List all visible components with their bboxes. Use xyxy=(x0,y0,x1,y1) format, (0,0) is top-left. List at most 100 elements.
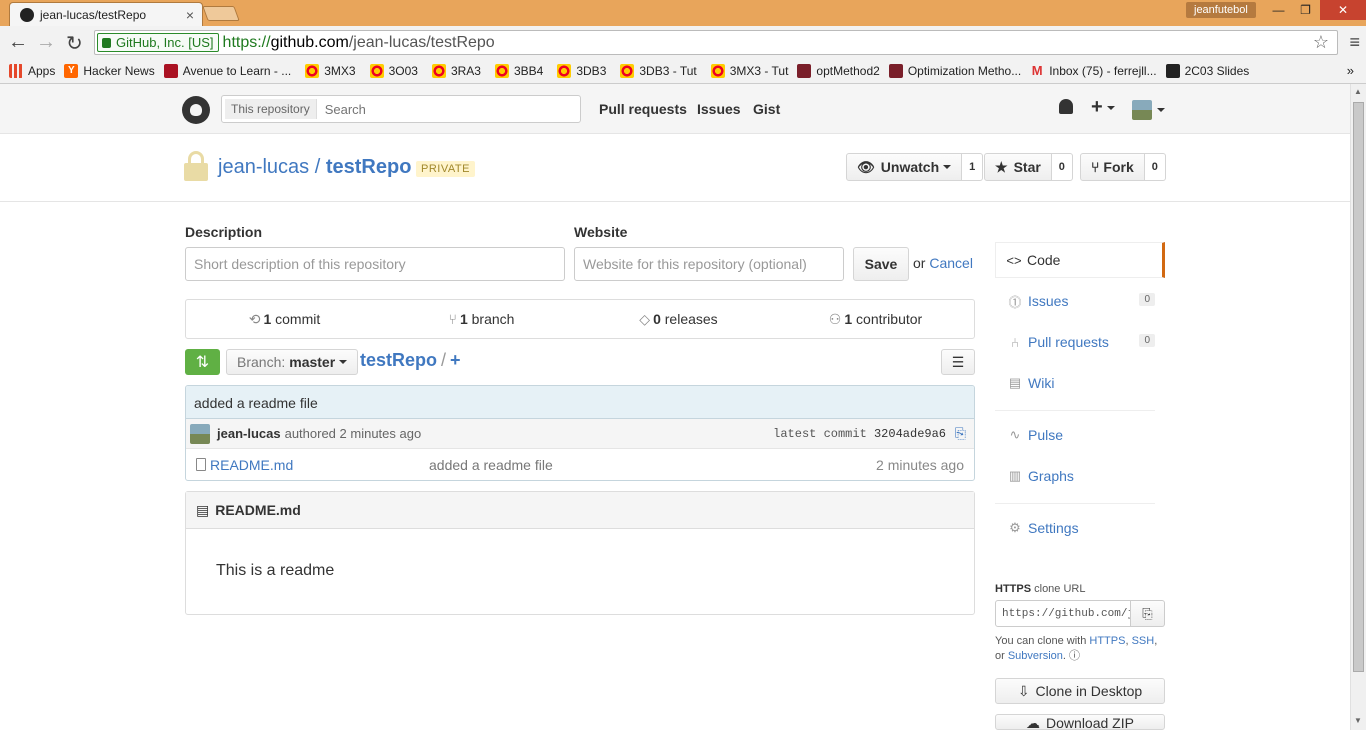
nav-pull-requests[interactable]: Pull requests xyxy=(599,101,687,117)
bookmark-item[interactable]: Apps xyxy=(9,63,55,78)
stat-releases[interactable]: ◇ 0 releases xyxy=(580,311,777,328)
save-button[interactable]: Save xyxy=(853,247,909,281)
bookmark-label: 3O03 xyxy=(388,63,418,78)
profile-user-label[interactable]: jeanfutebol xyxy=(1186,2,1256,18)
website-label: Website xyxy=(574,224,628,240)
repo-sidebar: <> Code ⓵ Issues 0 ⑃ Pull requests 0 ▤ Wiki ∿ P… xyxy=(995,242,1165,546)
github-logo-icon[interactable] xyxy=(182,96,210,124)
compare-button[interactable]: ⇅ xyxy=(185,349,220,375)
stat-contributors[interactable]: ⚇ 1 contributor xyxy=(777,311,974,328)
bookmarks-overflow-icon[interactable]: » xyxy=(1347,63,1354,78)
bookmark-item[interactable]: 3MX3 xyxy=(305,63,356,78)
unwatch-button[interactable]: 👁 Unwatch xyxy=(846,153,963,181)
bookmark-item[interactable]: 2C03 Slides xyxy=(1165,63,1249,78)
bookmark-item[interactable]: 3RA3 xyxy=(431,63,481,78)
watch-group: 👁 Unwatch 1 xyxy=(846,153,984,181)
cancel-link[interactable]: Cancel xyxy=(929,255,973,271)
author-avatar[interactable] xyxy=(190,423,210,444)
repo-owner-link[interactable]: jean-lucas xyxy=(218,156,309,178)
sidebar-item-wiki[interactable]: ▤ Wiki xyxy=(995,365,1165,401)
notifications-bell-icon[interactable] xyxy=(1059,99,1073,114)
nav-issues[interactable]: Issues xyxy=(697,101,741,117)
cloud-download-icon: ☁ xyxy=(1026,715,1041,730)
bookmark-star-icon[interactable]: ☆ xyxy=(1313,32,1329,53)
clone-in-desktop-button[interactable]: ⇩ Clone in Desktop xyxy=(995,678,1165,704)
tab-close-icon[interactable]: × xyxy=(186,7,194,23)
watchers-count[interactable]: 1 xyxy=(962,153,984,181)
user-avatar[interactable] xyxy=(1132,100,1152,120)
address-bar[interactable]: GitHub, Inc. [US] https://github.com/jea… xyxy=(94,30,1338,55)
bookmark-item[interactable]: Avenue to Learn - ... xyxy=(163,63,291,78)
copy-clone-url-icon[interactable]: ⎘ xyxy=(1131,600,1165,627)
mcmaster-icon xyxy=(557,63,572,78)
bookmark-item[interactable]: optMethod2 xyxy=(797,63,880,78)
branch-selector[interactable]: Branch: master xyxy=(226,349,359,375)
clone-subversion-link[interactable]: Subversion xyxy=(1008,650,1063,662)
create-new-icon[interactable]: + xyxy=(1091,96,1115,119)
clone-help: You can clone with HTTPS, SSH, or Subver… xyxy=(995,635,1158,662)
sidebar-item-graphs[interactable]: ▥ Graphs xyxy=(995,458,1165,494)
bookmark-item[interactable]: 3DB3 xyxy=(557,63,607,78)
copy-sha-icon[interactable]: ⎘ xyxy=(955,425,966,442)
chrome-menu-icon[interactable]: ≡ xyxy=(1349,32,1360,53)
browser-tab[interactable]: jean-lucas/testRepo × xyxy=(9,2,203,26)
github-header: This repository Pull requests Issues Gis… xyxy=(0,84,1350,134)
new-file-icon[interactable]: + xyxy=(450,350,461,370)
stat-branches[interactable]: ⑂ 1 branch xyxy=(383,311,580,327)
pull-requests-count: 0 xyxy=(1139,334,1155,347)
avatar-caret-icon[interactable] xyxy=(1157,108,1165,112)
download-zip-button[interactable]: ☁ Download ZIP xyxy=(995,714,1165,730)
bookmark-item[interactable]: 3DB3 - Tut xyxy=(620,63,697,78)
close-window-button[interactable]: ✕ xyxy=(1320,0,1366,20)
restore-button[interactable]: ❐ xyxy=(1292,0,1319,20)
clone-ssh-link[interactable]: SSH xyxy=(1132,635,1155,647)
search-scope: This repository xyxy=(225,99,317,119)
file-name-link[interactable]: README.md xyxy=(210,457,293,473)
commit-author[interactable]: jean-lucas xyxy=(217,426,281,441)
minimize-button[interactable]: — xyxy=(1265,0,1292,20)
ev-certificate-badge[interactable]: GitHub, Inc. [US] xyxy=(97,33,219,52)
bookmark-item[interactable]: 3BB4 xyxy=(494,63,543,78)
site-search[interactable]: This repository xyxy=(221,95,581,123)
sidebar-item-settings[interactable]: ⚙ Settings xyxy=(995,510,1165,546)
fork-button[interactable]: ⑂ Fork xyxy=(1080,153,1145,181)
sidebar-item-pull-requests[interactable]: ⑃ Pull requests 0 xyxy=(995,324,1165,360)
clone-https-link[interactable]: HTTPS xyxy=(1089,635,1125,647)
commit-title[interactable]: added a readme file xyxy=(186,386,974,419)
bookmark-item[interactable]: M Inbox (75) - ferrejll... xyxy=(1030,63,1157,78)
star-button[interactable]: ★ Star xyxy=(984,153,1052,181)
nav-gist[interactable]: Gist xyxy=(753,101,780,117)
star-group: ★ Star 0 xyxy=(984,153,1073,181)
scroll-down-icon[interactable]: ▼ xyxy=(1354,716,1362,725)
search-input[interactable] xyxy=(316,101,580,117)
list-view-button[interactable]: ☰ xyxy=(941,349,975,375)
website-field[interactable] xyxy=(574,247,844,281)
page-scrollbar[interactable]: ▲ ▼ xyxy=(1350,84,1366,730)
breadcrumb-repo-link[interactable]: testRepo xyxy=(360,350,437,370)
stat-commits[interactable]: ⟲ 1 commit xyxy=(186,311,383,328)
help-icon[interactable]: ⓘ xyxy=(1069,650,1080,662)
bookmark-item[interactable]: 3O03 xyxy=(369,63,418,78)
mit-icon xyxy=(888,63,903,78)
new-tab-button[interactable] xyxy=(202,6,240,21)
repo-name-link[interactable]: testRepo xyxy=(326,156,412,178)
bookmark-item[interactable]: Y Hacker News xyxy=(64,63,155,78)
commit-sha[interactable]: 3204ade9a6 xyxy=(874,427,946,441)
bookmark-item[interactable]: 3MX3 - Tut xyxy=(710,63,788,78)
clone-url-field[interactable] xyxy=(995,600,1131,627)
url-path: /jean-lucas/testRepo xyxy=(348,33,495,51)
forks-count[interactable]: 0 xyxy=(1144,153,1166,181)
sidebar-item-code[interactable]: <> Code xyxy=(995,242,1165,278)
scrollbar-thumb[interactable] xyxy=(1353,102,1364,672)
sidebar-item-issues[interactable]: ⓵ Issues 0 xyxy=(995,283,1165,319)
scroll-up-icon[interactable]: ▲ xyxy=(1354,87,1362,96)
back-icon[interactable]: ← xyxy=(8,31,28,54)
reload-icon[interactable]: ↻ xyxy=(66,31,83,56)
forward-icon[interactable]: → xyxy=(36,31,56,54)
bookmark-label: 3DB3 xyxy=(576,63,607,78)
stargazers-count[interactable]: 0 xyxy=(1051,153,1073,181)
sidebar-item-pulse[interactable]: ∿ Pulse xyxy=(995,417,1165,453)
file-commit-message[interactable]: added a readme file xyxy=(429,457,553,473)
description-field[interactable] xyxy=(185,247,565,281)
bookmark-item[interactable]: Optimization Metho... xyxy=(888,63,1021,78)
